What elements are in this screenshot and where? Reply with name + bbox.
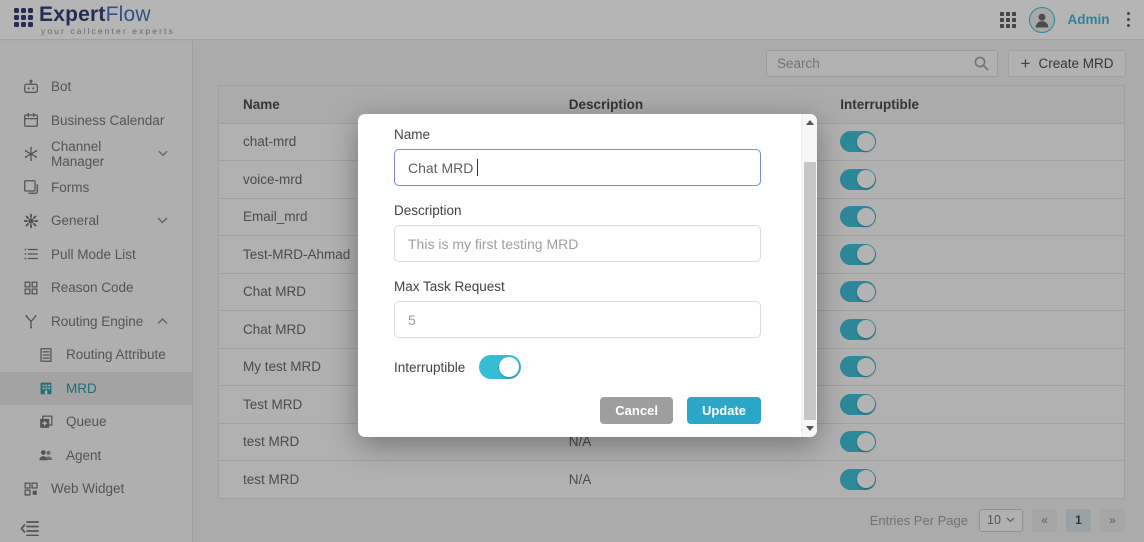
update-mrd-dialog: Name Chat MRD Description This is my fir… bbox=[358, 114, 817, 437]
interruptible-label: Interruptible bbox=[394, 360, 465, 375]
modal-scrollbar[interactable] bbox=[801, 114, 817, 437]
max-task-request-field[interactable]: 5 bbox=[394, 301, 761, 338]
name-label: Name bbox=[394, 127, 761, 142]
scroll-up-arrow-icon[interactable] bbox=[806, 120, 814, 125]
interruptible-toggle[interactable] bbox=[479, 355, 521, 379]
name-field[interactable]: Chat MRD bbox=[394, 149, 761, 186]
description-field[interactable]: This is my first testing MRD bbox=[394, 225, 761, 262]
scroll-down-arrow-icon[interactable] bbox=[806, 426, 814, 431]
max-task-request-label: Max Task Request bbox=[394, 279, 761, 294]
scrollbar-thumb[interactable] bbox=[804, 162, 816, 420]
app-window: ExpertFlow your callcenter experts Admin bbox=[0, 0, 1144, 542]
update-button[interactable]: Update bbox=[687, 397, 761, 424]
text-cursor bbox=[477, 159, 478, 176]
description-label: Description bbox=[394, 203, 761, 218]
cancel-button[interactable]: Cancel bbox=[600, 397, 673, 424]
